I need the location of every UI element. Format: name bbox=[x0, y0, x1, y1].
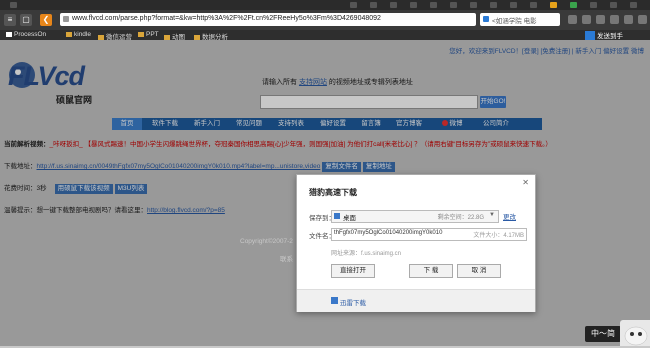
dialog-footer: 迅雷下载 bbox=[297, 289, 535, 312]
tab-icon[interactable] bbox=[590, 2, 597, 8]
desktop-folder-icon bbox=[334, 213, 340, 219]
bookmark-kindle[interactable]: kindle bbox=[66, 31, 91, 38]
page-icon bbox=[63, 16, 69, 22]
file-name-value: thFgfx07my5OglCo01040200imgY0k010 bbox=[334, 230, 443, 236]
folder-icon bbox=[66, 32, 72, 37]
tab-icon[interactable] bbox=[430, 2, 437, 8]
search-box[interactable]: <如涵学院 电影 bbox=[480, 13, 560, 26]
tab-icon[interactable] bbox=[10, 2, 17, 8]
source-url: 网址来源：f.us.sinaimg.cn bbox=[331, 251, 402, 257]
toolbar-icon[interactable] bbox=[596, 15, 605, 24]
sidebar-icon[interactable]: ▢ bbox=[20, 14, 32, 26]
file-size: 文件大小：4.17MB bbox=[473, 230, 524, 239]
menu-icon[interactable]: ≡ bbox=[4, 14, 16, 26]
toolbar-icon[interactable] bbox=[610, 15, 619, 24]
browser-toolbar: ≡ ▢ ❮ www.flvcd.com/parse.php?format=&kw… bbox=[0, 10, 650, 30]
tab-icon[interactable] bbox=[570, 2, 577, 8]
address-bar[interactable]: www.flvcd.com/parse.php?format=&kw=http%… bbox=[60, 13, 476, 26]
tab-icon[interactable] bbox=[550, 2, 557, 8]
tab-icon[interactable] bbox=[630, 2, 637, 8]
tab-icon[interactable] bbox=[510, 2, 517, 8]
toolbar-icon[interactable] bbox=[568, 15, 577, 24]
search-engine-icon bbox=[483, 16, 489, 22]
tab-icon[interactable] bbox=[470, 2, 477, 8]
tab-strip bbox=[0, 0, 650, 10]
chevron-down-icon: ▼ bbox=[489, 212, 495, 218]
bookmark-icon bbox=[6, 32, 12, 37]
toolbar-icon[interactable] bbox=[582, 15, 591, 24]
bookmark-ppt[interactable]: PPT bbox=[138, 31, 159, 38]
tab-icon[interactable] bbox=[410, 2, 417, 8]
tab-icon[interactable] bbox=[390, 2, 397, 8]
file-name-input[interactable]: thFgfx07my5OglCo01040200imgY0k010 文件大小：4… bbox=[331, 228, 527, 241]
toolbar-icon[interactable] bbox=[624, 15, 633, 24]
tab-icon[interactable] bbox=[450, 2, 457, 8]
open-directly-button[interactable]: 直接打开 bbox=[331, 264, 375, 278]
download-dialog: 猎豹高速下载 ✕ 保存到： 桌面 剩余空间：22.8G ▼ 更改 文件名： th… bbox=[296, 174, 536, 312]
dialog-title: 猎豹高速下载 bbox=[309, 188, 357, 197]
thunder-download-link[interactable]: 迅雷下载 bbox=[340, 297, 366, 307]
cat-image bbox=[620, 320, 650, 346]
url-text[interactable]: www.flvcd.com/parse.php?format=&kw=http%… bbox=[72, 15, 381, 22]
tab-icon[interactable] bbox=[350, 2, 357, 8]
tab-icon[interactable] bbox=[610, 2, 617, 8]
thunder-icon bbox=[331, 297, 338, 304]
cat-icon bbox=[624, 326, 648, 346]
cancel-button[interactable]: 取 消 bbox=[457, 264, 501, 278]
tab-icon[interactable] bbox=[370, 2, 377, 8]
close-icon[interactable]: ✕ bbox=[522, 178, 529, 187]
bookmarks-bar: ProcessOn kindle 微信运营 PPT 动图 数据分析 发送到手 bbox=[0, 30, 650, 42]
save-folder-name: 桌面 bbox=[343, 215, 356, 222]
folder-icon bbox=[138, 32, 144, 37]
change-location-link[interactable]: 更改 bbox=[503, 211, 516, 221]
tab-icon[interactable] bbox=[490, 2, 497, 8]
free-space: 剩余空间：22.8G bbox=[437, 215, 484, 221]
search-input[interactable]: <如涵学院 电影 bbox=[492, 15, 537, 25]
save-location-select[interactable]: 桌面 剩余空间：22.8G ▼ bbox=[331, 210, 499, 223]
ime-indicator[interactable]: 中〜简 bbox=[585, 326, 621, 342]
tab-icon[interactable] bbox=[530, 2, 537, 8]
toolbar-icon[interactable] bbox=[638, 15, 647, 24]
back-icon[interactable]: ❮ bbox=[40, 14, 52, 26]
bookmark-processon[interactable]: ProcessOn bbox=[6, 31, 46, 38]
download-button[interactable]: 下 载 bbox=[409, 264, 453, 278]
send-to-device-button[interactable]: 发送到手 bbox=[585, 30, 623, 42]
